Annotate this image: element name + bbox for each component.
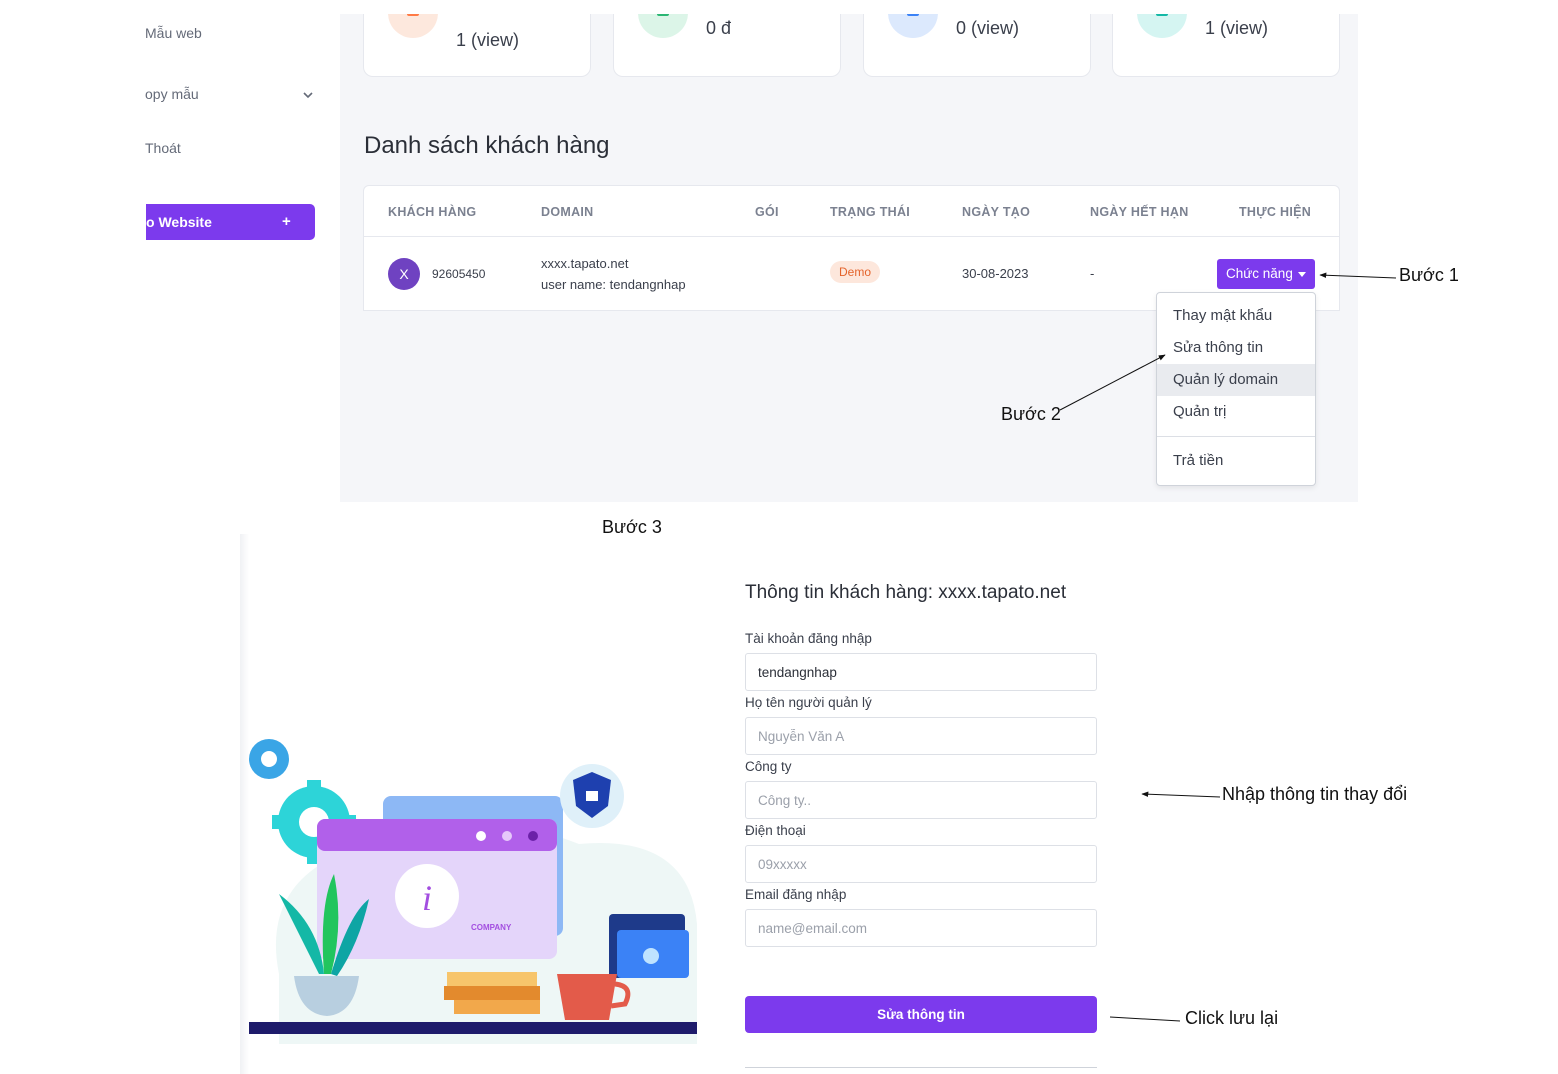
form-title: Thông tin khách hàng: xxxx.tapato.net — [745, 582, 1067, 603]
books-icon — [444, 972, 540, 1014]
manager-name-label: Họ tên người quản lý — [745, 695, 872, 710]
step2-label: Bước 2 — [1001, 404, 1061, 424]
manager-name-input[interactable] — [745, 717, 1097, 755]
edit-info-screenshot: i COMPANY Thông tin khách hàng: xxxx.tap… — [240, 534, 1110, 1074]
folder-icon — [609, 914, 689, 978]
company-input[interactable] — [745, 781, 1097, 819]
company-info-illustration: i COMPANY — [249, 739, 697, 1044]
step1-label: Bước 1 — [1399, 265, 1459, 285]
phone-label: Điện thoại — [745, 823, 806, 838]
save-info-button[interactable]: Sửa thông tin — [745, 996, 1097, 1033]
login-account-input[interactable] — [745, 653, 1097, 691]
click-save-label: Click lưu lại — [1185, 1008, 1279, 1028]
info-icon: i — [422, 878, 432, 918]
shadow-edge — [240, 534, 249, 1074]
arrow-step1 — [1319, 272, 1397, 279]
login-account-label: Tài khoản đăng nhập — [745, 631, 872, 646]
email-label: Email đăng nhập — [745, 887, 847, 902]
form-bottom-divider — [745, 1067, 1097, 1068]
company-badge-text: COMPANY — [471, 923, 512, 932]
arrow-step2 — [1059, 354, 1166, 411]
company-label: Công ty — [745, 759, 792, 774]
phone-input[interactable] — [745, 845, 1097, 883]
gear-icon-small — [249, 739, 289, 779]
enter-info-label: Nhập thông tin thay đổi — [1222, 784, 1408, 804]
email-input[interactable] — [745, 909, 1097, 947]
shield-lock-icon — [560, 764, 624, 828]
line-click-save — [1109, 1016, 1181, 1022]
arrow-enter-info — [1141, 791, 1221, 798]
